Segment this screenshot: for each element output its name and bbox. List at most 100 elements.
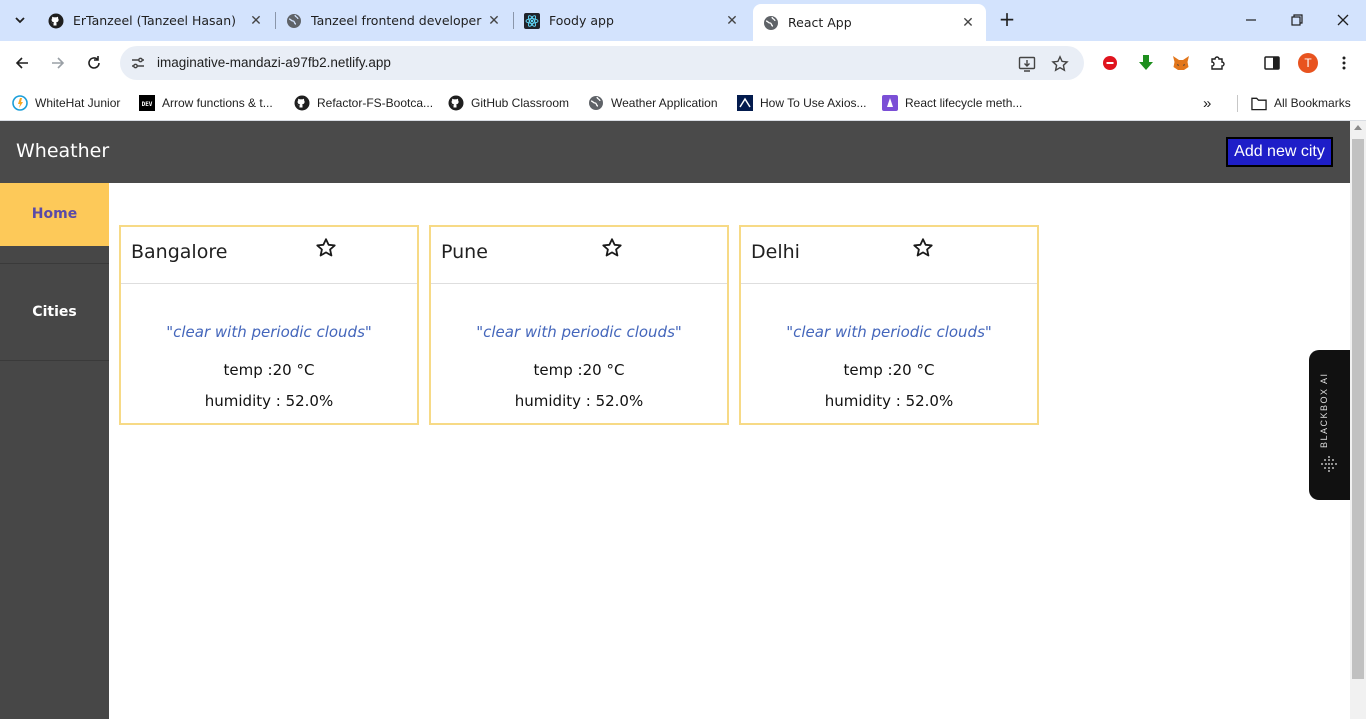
- tab-title: React App: [788, 15, 852, 30]
- tab-title: ErTanzeel (Tanzeel Hasan): [73, 13, 237, 28]
- scroll-up-arrow-icon[interactable]: [1354, 125, 1362, 130]
- dev-icon: DEV: [139, 95, 155, 111]
- browser-menu-icon[interactable]: [1333, 52, 1355, 74]
- close-tab-icon[interactable]: ✕: [960, 15, 976, 31]
- tab-ertanzeel[interactable]: ErTanzeel (Tanzeel Hasan) ✕: [38, 6, 274, 35]
- reload-button[interactable]: [82, 51, 106, 75]
- blackbox-ai-widget[interactable]: BLACKBOX AI: [1309, 350, 1350, 500]
- card-city-name: Bangalore: [131, 241, 228, 263]
- card-header: Bangalore: [121, 227, 417, 284]
- side-panel-icon[interactable]: [1261, 52, 1283, 74]
- bookmark-label: GitHub Classroom: [471, 96, 570, 110]
- restore-button[interactable]: [1285, 8, 1309, 32]
- card-city-name: Pune: [441, 241, 488, 263]
- restore-icon: [1291, 14, 1303, 26]
- bookmark-label: Weather Application: [611, 96, 718, 110]
- card-humidity: humidity : 52.0%: [204, 392, 334, 410]
- bookmark-whitehat[interactable]: WhiteHat Junior: [12, 92, 120, 114]
- all-bookmarks-label: All Bookmarks: [1274, 96, 1351, 110]
- app-brand[interactable]: Wheather: [16, 140, 109, 162]
- close-tab-icon[interactable]: ✕: [486, 13, 502, 29]
- site-settings-icon[interactable]: [128, 53, 148, 73]
- globe-icon: [588, 95, 604, 111]
- card-temperature: temp :20 °C: [533, 361, 625, 379]
- app-header: Wheather Add new city: [0, 121, 1350, 183]
- page-viewport: Wheather Add new city Home Cities Bangal…: [0, 121, 1350, 719]
- bookmark-label: How To Use Axios...: [760, 96, 867, 110]
- address-bar[interactable]: imaginative-mandazi-a97fb2.netlify.app: [120, 46, 1084, 80]
- card-header: Pune: [431, 227, 727, 284]
- close-tab-icon[interactable]: ✕: [248, 13, 264, 29]
- profile-avatar[interactable]: T: [1297, 52, 1319, 74]
- whitehat-icon: [12, 95, 28, 111]
- bookmark-axios[interactable]: How To Use Axios...: [737, 92, 867, 114]
- adblock-extension-icon[interactable]: [1099, 52, 1121, 74]
- globe-icon: [763, 15, 779, 31]
- sidebar-divider: [0, 360, 109, 361]
- page-scrollbar[interactable]: [1350, 121, 1366, 719]
- add-new-city-button[interactable]: Add new city: [1226, 137, 1333, 167]
- bookmark-label: WhiteHat Junior: [35, 96, 121, 110]
- reload-icon: [88, 56, 100, 69]
- tab-foody-app[interactable]: Foody app ✕: [514, 6, 750, 35]
- install-app-icon[interactable]: [1016, 53, 1038, 75]
- more-bookmarks-button[interactable]: »: [1203, 92, 1211, 114]
- metamask-fox-icon[interactable]: [1170, 52, 1192, 74]
- bookmark-arrow-functions[interactable]: DEV Arrow functions & t...: [139, 92, 273, 114]
- close-tab-icon[interactable]: ✕: [724, 13, 740, 29]
- tab-tanzeel-frontend[interactable]: Tanzeel frontend developer ✕: [276, 6, 512, 35]
- sidebar-item-home[interactable]: Home: [0, 183, 109, 246]
- card-weather-description: "clear with periodic clouds": [166, 323, 372, 341]
- extensions-puzzle-icon[interactable]: [1207, 52, 1229, 74]
- download-extension-icon[interactable]: [1135, 52, 1157, 74]
- all-bookmarks-button[interactable]: All Bookmarks: [1251, 92, 1351, 114]
- profile-initial: T: [1304, 56, 1312, 70]
- bookmark-react-lifecycle[interactable]: React lifecycle meth...: [882, 92, 1022, 114]
- scrollbar-thumb[interactable]: [1352, 139, 1364, 679]
- blackbox-logo-icon: [1321, 456, 1337, 472]
- tab-react-app[interactable]: React App ✕: [753, 4, 986, 41]
- city-card-pune: Pune "clear with periodic clouds" temp :…: [429, 225, 729, 425]
- card-humidity: humidity : 52.0%: [824, 392, 954, 410]
- bookmarks-divider: [1237, 95, 1238, 112]
- card-temperature: temp :20 °C: [843, 361, 935, 379]
- bookmark-label: Arrow functions & t...: [162, 96, 273, 110]
- bookmark-weather-app[interactable]: Weather Application: [588, 92, 718, 114]
- card-temperature: temp :20 °C: [223, 361, 315, 379]
- bookmark-label: React lifecycle meth...: [905, 96, 1023, 110]
- bookmark-star-icon[interactable]: [1049, 53, 1071, 75]
- minimize-icon: [1246, 19, 1256, 21]
- bookmark-label: Refactor-FS-Bootca...: [317, 96, 434, 110]
- city-card-bangalore: Bangalore "clear with periodic clouds" t…: [119, 225, 419, 425]
- folder-icon: [1251, 95, 1267, 111]
- favorite-star-icon[interactable]: [601, 237, 623, 259]
- back-button[interactable]: [10, 51, 34, 75]
- sidebar: Home Cities: [0, 183, 109, 719]
- url-text: imaginative-mandazi-a97fb2.netlify.app: [157, 55, 391, 70]
- chevron-down-icon: [15, 17, 25, 24]
- city-card-delhi: Delhi "clear with periodic clouds" temp …: [739, 225, 1039, 425]
- react-icon: [524, 12, 540, 29]
- tab-title: Foody app: [549, 13, 614, 28]
- new-tab-button[interactable]: +: [996, 9, 1018, 31]
- sidebar-item-cities[interactable]: Cities: [0, 264, 109, 360]
- favorite-star-icon[interactable]: [912, 237, 934, 259]
- tab-search-button[interactable]: [8, 8, 32, 32]
- favorite-star-icon[interactable]: [315, 237, 337, 259]
- bookmark-github-classroom[interactable]: GitHub Classroom: [448, 92, 569, 114]
- svg-text:DEV: DEV: [142, 101, 153, 108]
- card-humidity: humidity : 52.0%: [514, 392, 644, 410]
- card-weather-description: "clear with periodic clouds": [476, 323, 682, 341]
- card-header: Delhi: [741, 227, 1037, 284]
- tab-strip: ErTanzeel (Tanzeel Hasan) ✕ Tanzeel fron…: [0, 0, 1366, 41]
- minimize-button[interactable]: [1239, 8, 1263, 32]
- card-weather-description: "clear with periodic clouds": [786, 323, 992, 341]
- github-icon: [294, 95, 310, 111]
- close-window-button[interactable]: [1331, 8, 1355, 32]
- bookmark-refactor[interactable]: Refactor-FS-Bootca...: [294, 92, 433, 114]
- arrow-left-icon: [15, 57, 28, 69]
- forward-button[interactable]: [46, 51, 70, 75]
- github-icon: [48, 13, 64, 29]
- bookmark-icon: [882, 95, 898, 111]
- more-bookmarks-label: »: [1203, 94, 1212, 112]
